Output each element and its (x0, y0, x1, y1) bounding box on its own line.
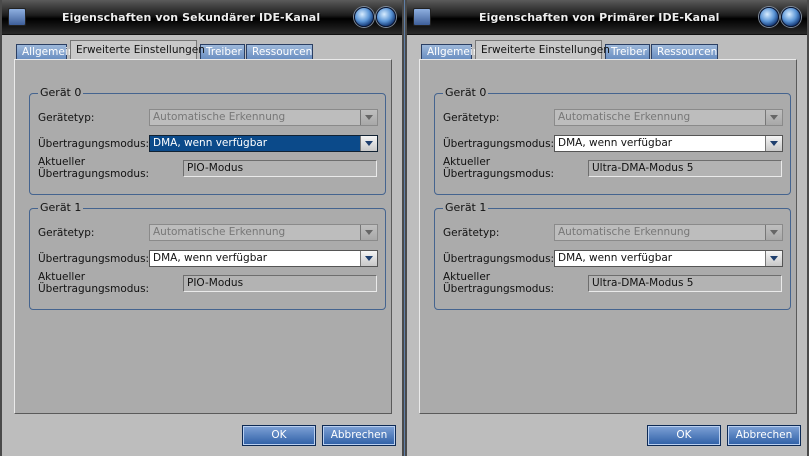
title-bar[interactable]: Eigenschaften von Primärer IDE-Kanal (407, 0, 807, 35)
group-legend: Gerät 0 (38, 86, 84, 99)
close-icon[interactable] (376, 7, 396, 27)
transfer-mode-select[interactable]: DMA, wenn verfügbar (554, 135, 783, 152)
current-mode-label-line1: Aktueller (38, 271, 86, 283)
tab-erweiterte-einstellungen[interactable]: Erweiterte Einstellungen (475, 40, 610, 59)
device-1-group: Gerät 1 Gerätetyp: Automatische Erkennun… (29, 201, 386, 310)
window-title: Eigenschaften von Sekundärer IDE-Kanal (62, 11, 321, 24)
chevron-down-icon (765, 110, 782, 125)
tab-panel: Gerät 0 Gerätetyp: Automatische Erkennun… (14, 59, 392, 414)
transfer-mode-value: DMA, wenn verfügbar (153, 252, 268, 264)
current-mode-field: PIO-Modus (183, 275, 377, 292)
transfer-mode-label: Übertragungsmodus: (443, 253, 555, 265)
current-mode-label-line2: Übertragungsmodus: (38, 283, 150, 295)
current-mode-label-line2: Übertragungsmodus: (443, 283, 555, 295)
transfer-mode-value: DMA, wenn verfügbar (153, 137, 268, 149)
tab-allgemein[interactable]: Allgemein (421, 44, 479, 59)
ok-button[interactable]: OK (647, 425, 721, 446)
device-manager-icon (413, 8, 431, 26)
tab-ressourcen[interactable]: Ressourcen (651, 44, 718, 59)
help-icon[interactable] (354, 7, 374, 27)
current-mode-field: Ultra-DMA-Modus 5 (588, 275, 782, 292)
device-type-label: Gerätetyp: (38, 227, 95, 239)
dialog-primary-ide-channel: Eigenschaften von Primärer IDE-Kanal All… (405, 0, 809, 456)
device-type-select: Automatische Erkennung (149, 109, 378, 126)
current-mode-label: Aktueller Übertragungsmodus: (38, 156, 149, 180)
tab-treiber[interactable]: Treiber (200, 44, 245, 59)
transfer-mode-select[interactable]: DMA, wenn verfügbar (149, 250, 378, 267)
transfer-mode-value: DMA, wenn verfügbar (558, 137, 673, 149)
help-icon[interactable] (759, 7, 779, 27)
current-mode-label-line1: Aktueller (443, 156, 491, 168)
current-mode-label: Aktueller Übertragungsmodus: (38, 271, 149, 295)
device-type-label: Gerätetyp: (38, 112, 95, 124)
device-type-value: Automatische Erkennung (558, 111, 691, 123)
device-manager-icon (8, 8, 26, 26)
transfer-mode-label: Übertragungsmodus: (443, 138, 555, 150)
current-mode-field: Ultra-DMA-Modus 5 (588, 160, 782, 177)
current-mode-label-line2: Übertragungsmodus: (38, 168, 150, 180)
current-mode-label-line2: Übertragungsmodus: (443, 168, 555, 180)
chevron-down-icon (360, 110, 377, 125)
device-1-group: Gerät 1 Gerätetyp: Automatische Erkennun… (434, 201, 791, 310)
cancel-button[interactable]: Abbrechen (322, 425, 396, 446)
title-bar[interactable]: Eigenschaften von Sekundärer IDE-Kanal (2, 0, 402, 35)
current-mode-label: Aktueller Übertragungsmodus: (443, 156, 554, 180)
device-type-label: Gerätetyp: (443, 112, 500, 124)
group-legend: Gerät 0 (443, 86, 489, 99)
device-type-select: Automatische Erkennung (554, 224, 783, 241)
group-legend: Gerät 1 (38, 201, 84, 214)
tab-allgemein[interactable]: Allgemein (16, 44, 74, 59)
device-0-group: Gerät 0 Gerätetyp: Automatische Erkennun… (434, 86, 791, 195)
tab-strip: Allgemein Erweiterte Einstellungen Treib… (16, 40, 392, 60)
chevron-down-icon (360, 225, 377, 240)
chevron-down-icon (765, 225, 782, 240)
dialog-secondary-ide-channel: Eigenschaften von Sekundärer IDE-Kanal A… (0, 0, 404, 456)
ok-button[interactable]: OK (242, 425, 316, 446)
window-title: Eigenschaften von Primärer IDE-Kanal (479, 11, 720, 24)
tab-ressourcen[interactable]: Ressourcen (246, 44, 313, 59)
chevron-down-icon[interactable] (765, 251, 782, 266)
chevron-down-icon[interactable] (360, 251, 377, 266)
transfer-mode-select[interactable]: DMA, wenn verfügbar (149, 135, 378, 152)
device-type-select: Automatische Erkennung (149, 224, 378, 241)
device-type-value: Automatische Erkennung (153, 226, 286, 238)
tab-treiber[interactable]: Treiber (605, 44, 650, 59)
current-mode-label-line1: Aktueller (38, 156, 86, 168)
close-icon[interactable] (781, 7, 801, 27)
device-0-group: Gerät 0 Gerätetyp: Automatische Erkennun… (29, 86, 386, 195)
device-type-value: Automatische Erkennung (558, 226, 691, 238)
group-legend: Gerät 1 (443, 201, 489, 214)
transfer-mode-value: DMA, wenn verfügbar (558, 252, 673, 264)
transfer-mode-label: Übertragungsmodus: (38, 138, 150, 150)
current-mode-label-line1: Aktueller (443, 271, 491, 283)
chevron-down-icon[interactable] (765, 136, 782, 151)
transfer-mode-label: Übertragungsmodus: (38, 253, 150, 265)
device-type-value: Automatische Erkennung (153, 111, 286, 123)
device-type-select: Automatische Erkennung (554, 109, 783, 126)
device-type-label: Gerätetyp: (443, 227, 500, 239)
cancel-button[interactable]: Abbrechen (727, 425, 801, 446)
chevron-down-icon[interactable] (360, 136, 377, 151)
tab-erweiterte-einstellungen[interactable]: Erweiterte Einstellungen (70, 40, 205, 59)
current-mode-label: Aktueller Übertragungsmodus: (443, 271, 554, 295)
transfer-mode-select[interactable]: DMA, wenn verfügbar (554, 250, 783, 267)
current-mode-field: PIO-Modus (183, 160, 377, 177)
tab-strip: Allgemein Erweiterte Einstellungen Treib… (421, 40, 797, 60)
tab-panel: Gerät 0 Gerätetyp: Automatische Erkennun… (419, 59, 797, 414)
